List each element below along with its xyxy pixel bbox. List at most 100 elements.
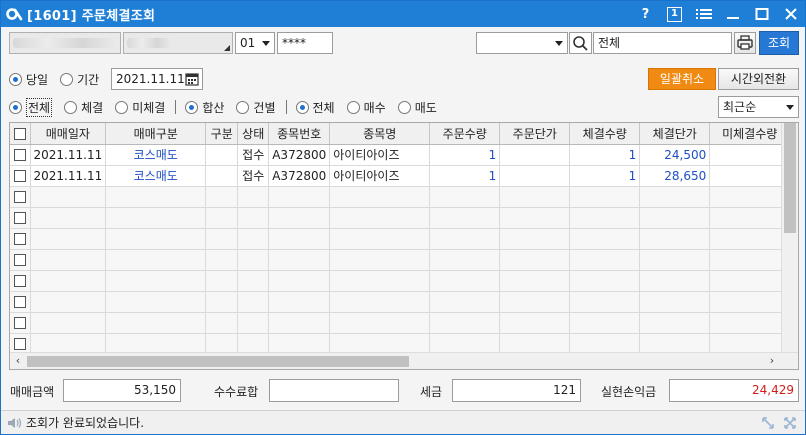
empty-cell bbox=[30, 312, 107, 334]
row-checkbox-cell[interactable] bbox=[10, 144, 31, 166]
radio-side-all[interactable]: 전체 bbox=[295, 99, 335, 116]
title-bar[interactable]: [1601] 주문체결조회 ? 1 bbox=[1, 1, 805, 27]
minimize-icon[interactable] bbox=[718, 1, 747, 27]
maximize-icon[interactable] bbox=[747, 1, 776, 27]
row-checkbox[interactable] bbox=[13, 170, 26, 182]
col-order-price[interactable]: 주문단가 bbox=[499, 123, 571, 145]
help-button[interactable]: ? bbox=[631, 1, 660, 27]
radio-executed[interactable]: 체결 bbox=[64, 99, 103, 116]
empty-cell bbox=[499, 312, 571, 334]
table-row-empty[interactable] bbox=[10, 291, 791, 313]
table-row[interactable]: 2021.11.11 코스매도 접수 A372800 아이티아이즈 1 1 24… bbox=[10, 144, 791, 166]
radio-buy-indicator[interactable] bbox=[346, 100, 360, 114]
cancel-all-button[interactable]: 일괄취소 bbox=[648, 68, 716, 90]
expand-icon[interactable] bbox=[783, 416, 797, 430]
select-all-header[interactable] bbox=[10, 123, 31, 145]
radio-summed[interactable]: 합산 bbox=[185, 99, 224, 116]
radio-today[interactable]: 당일 bbox=[9, 71, 48, 88]
radio-period-indicator[interactable] bbox=[60, 72, 74, 86]
radio-sell[interactable]: 매도 bbox=[397, 99, 437, 116]
table-row-empty[interactable] bbox=[10, 312, 791, 334]
vertical-scroll-thumb[interactable] bbox=[784, 123, 796, 233]
screen-number-button[interactable]: 1 bbox=[660, 1, 689, 27]
col-exec-price[interactable]: 체결단가 bbox=[639, 123, 711, 145]
table-row-empty[interactable] bbox=[10, 186, 791, 208]
after-hours-button[interactable]: 시간외전환 bbox=[718, 68, 799, 90]
radio-period[interactable]: 기간 bbox=[60, 71, 99, 88]
cell-stock-name: 아이티아이즈 bbox=[329, 144, 431, 166]
radio-by-item-indicator[interactable] bbox=[236, 100, 250, 114]
radio-exec-all-indicator[interactable] bbox=[9, 100, 22, 114]
table-row-empty[interactable] bbox=[10, 207, 791, 229]
row-checkbox[interactable] bbox=[13, 296, 26, 308]
radio-buy[interactable]: 매수 bbox=[346, 99, 386, 116]
row-checkbox-cell[interactable] bbox=[10, 207, 31, 229]
order-table[interactable]: 매매일자 매매구분 구분 상태 종목번호 종목명 주문수량 주문단가 체결수량 … bbox=[9, 122, 799, 370]
table-row-empty[interactable] bbox=[10, 228, 791, 250]
empty-cell bbox=[105, 291, 207, 313]
vertical-scrollbar[interactable] bbox=[781, 123, 798, 353]
scroll-left-icon[interactable]: ‹ bbox=[10, 354, 26, 368]
radio-unexecuted-indicator[interactable] bbox=[115, 100, 129, 114]
row-checkbox[interactable] bbox=[13, 191, 26, 203]
row-checkbox[interactable] bbox=[13, 317, 26, 329]
row-checkbox-cell[interactable] bbox=[10, 165, 31, 187]
account-name-field[interactable] bbox=[123, 32, 233, 54]
shrink-icon[interactable] bbox=[761, 416, 775, 430]
horizontal-scroll-thumb[interactable] bbox=[27, 356, 409, 367]
row-checkbox-cell[interactable] bbox=[10, 270, 31, 292]
scroll-right-icon[interactable]: › bbox=[764, 354, 780, 368]
col-exec-qty[interactable]: 체결수량 bbox=[569, 123, 641, 145]
row-checkbox-cell[interactable] bbox=[10, 291, 31, 313]
col-status[interactable]: 상태 bbox=[237, 123, 270, 145]
password-field[interactable]: **** bbox=[277, 32, 333, 54]
row-checkbox-cell[interactable] bbox=[10, 249, 31, 271]
row-checkbox-cell[interactable] bbox=[10, 333, 31, 355]
row-checkbox[interactable] bbox=[13, 233, 26, 245]
row-checkbox[interactable] bbox=[13, 338, 26, 350]
query-button[interactable]: 조회 bbox=[759, 31, 799, 55]
search-button[interactable] bbox=[569, 32, 592, 54]
print-button[interactable] bbox=[734, 32, 756, 54]
col-stock-name[interactable]: 종목명 bbox=[329, 123, 431, 145]
account-number-field[interactable] bbox=[9, 32, 121, 54]
col-trade-type[interactable]: 매매구분 bbox=[105, 123, 207, 145]
radio-sell-indicator[interactable] bbox=[397, 100, 411, 114]
sort-select[interactable]: 최근순 bbox=[718, 96, 799, 118]
col-category[interactable]: 구분 bbox=[205, 123, 239, 145]
radio-side-all-indicator[interactable] bbox=[295, 100, 309, 114]
row-checkbox[interactable] bbox=[13, 212, 26, 224]
row-checkbox-cell[interactable] bbox=[10, 186, 31, 208]
date-field[interactable]: 2021.11.11 bbox=[111, 68, 203, 90]
table-row[interactable]: 2021.11.11 코스매도 접수 A372800 아이티아이즈 1 1 28… bbox=[10, 165, 791, 187]
status-bar: 조회가 완료되었습니다. bbox=[1, 410, 805, 434]
radio-exec-all[interactable]: 전체 bbox=[9, 97, 53, 117]
table-row-empty[interactable] bbox=[10, 333, 791, 355]
col-trade-date[interactable]: 매매일자 bbox=[30, 123, 107, 145]
menu-list-icon[interactable] bbox=[689, 1, 718, 27]
row-checkbox-cell[interactable] bbox=[10, 228, 31, 250]
row-checkbox-cell[interactable] bbox=[10, 312, 31, 334]
col-order-qty[interactable]: 주문수량 bbox=[429, 123, 501, 145]
stock-code-select[interactable] bbox=[476, 32, 568, 54]
table-row-empty[interactable] bbox=[10, 270, 791, 292]
radio-summed-indicator[interactable] bbox=[185, 100, 199, 114]
radio-today-indicator[interactable] bbox=[9, 72, 22, 86]
close-icon[interactable] bbox=[776, 1, 805, 27]
radio-executed-indicator[interactable] bbox=[64, 100, 78, 114]
horizontal-scrollbar[interactable]: ‹ › bbox=[10, 352, 798, 369]
empty-cell bbox=[569, 207, 641, 229]
select-all-checkbox[interactable] bbox=[13, 127, 26, 140]
table-row-empty[interactable] bbox=[10, 249, 791, 271]
col-stock-code[interactable]: 종목번호 bbox=[268, 123, 331, 145]
radio-by-item[interactable]: 건별 bbox=[236, 99, 276, 116]
account-suffix-select[interactable]: 01 bbox=[235, 32, 275, 54]
radio-unexecuted[interactable]: 미체결 bbox=[115, 99, 165, 116]
col-unexec-qty[interactable]: 미체결수량 bbox=[709, 123, 791, 145]
cell-trade-date: 2021.11.11 bbox=[30, 165, 107, 187]
row-checkbox[interactable] bbox=[13, 149, 26, 161]
row-checkbox[interactable] bbox=[13, 254, 26, 266]
stock-name-field[interactable]: 전체 bbox=[593, 32, 732, 54]
row-checkbox[interactable] bbox=[13, 275, 26, 287]
empty-cell bbox=[499, 228, 571, 250]
